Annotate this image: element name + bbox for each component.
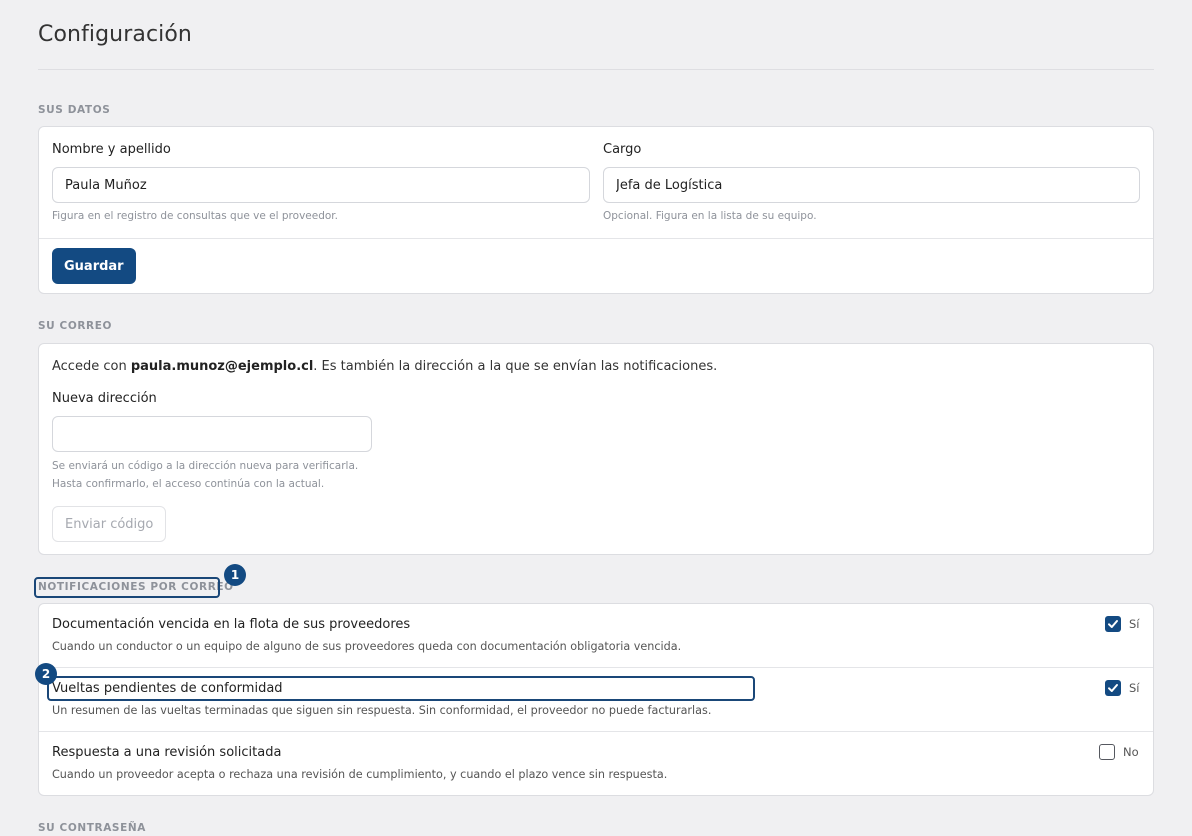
section-label-notifications: NOTIFICACIONES POR CORREO [38, 581, 234, 593]
section-label-password: SU CONTRASEÑA [38, 822, 146, 834]
marker-badge-1: 1 [224, 564, 246, 586]
current-email: paula.munoz@ejemplo.cl [130, 359, 314, 374]
section-label-profile: SUS DATOS [38, 104, 111, 116]
notification-divider [39, 667, 1153, 668]
email-intro: Accede con paula.munoz@ejemplo.cl. Es ta… [52, 359, 717, 374]
notification-checkbox[interactable] [1105, 680, 1121, 696]
notification-description: Un resumen de las vueltas terminadas que… [52, 704, 712, 717]
notification-state: Sí [1129, 617, 1140, 631]
notification-state: Sí [1129, 681, 1140, 695]
check-icon [1108, 620, 1118, 628]
new-email-label: Nueva dirección [52, 391, 157, 406]
notification-checkbox[interactable] [1105, 616, 1121, 632]
check-icon [1108, 684, 1118, 692]
email-card: Accede con paula.munoz@ejemplo.cl. Es ta… [38, 343, 1154, 555]
role-hint: Opcional. Figura en la lista de su equip… [603, 210, 817, 222]
page-title: Configuración [38, 22, 192, 47]
new-email-hint-1: Se enviará un código a la dirección nuev… [52, 460, 359, 472]
notification-title: Documentación vencida en la flota de sus… [52, 617, 411, 632]
new-email-input[interactable] [52, 416, 372, 452]
name-hint: Figura en el registro de consultas que v… [52, 210, 338, 222]
send-code-button[interactable]: Enviar código [52, 506, 167, 542]
role-label: Cargo [603, 142, 642, 157]
marker-badge-2: 2 [35, 663, 57, 685]
title-divider [38, 69, 1154, 70]
name-input[interactable] [52, 167, 590, 203]
new-email-hint-2: Hasta confirmarlo, el acceso continúa co… [52, 478, 325, 490]
name-label: Nombre y apellido [52, 142, 171, 157]
notification-title: Vueltas pendientes de conformidad [52, 681, 283, 696]
notification-divider [39, 731, 1153, 732]
email-intro-suffix: . Es también la dirección a la que se en… [313, 359, 718, 374]
notification-title: Respuesta a una revisión solicitada [52, 745, 282, 760]
notifications-card: Documentación vencida en la flota de sus… [38, 603, 1154, 796]
notification-description: Cuando un conductor o un equipo de algun… [52, 640, 682, 653]
profile-card: Nombre y apellido Figura en el registro … [38, 126, 1154, 294]
notification-state: No [1123, 745, 1139, 759]
email-intro-prefix: Accede con [52, 359, 131, 374]
profile-footer-divider [39, 238, 1153, 239]
save-button[interactable]: Guardar [52, 248, 136, 284]
role-input[interactable] [603, 167, 1140, 203]
notification-checkbox[interactable] [1099, 744, 1115, 760]
section-label-email: SU CORREO [38, 320, 113, 332]
notification-description: Cuando un proveedor acepta o rechaza una… [52, 768, 668, 781]
